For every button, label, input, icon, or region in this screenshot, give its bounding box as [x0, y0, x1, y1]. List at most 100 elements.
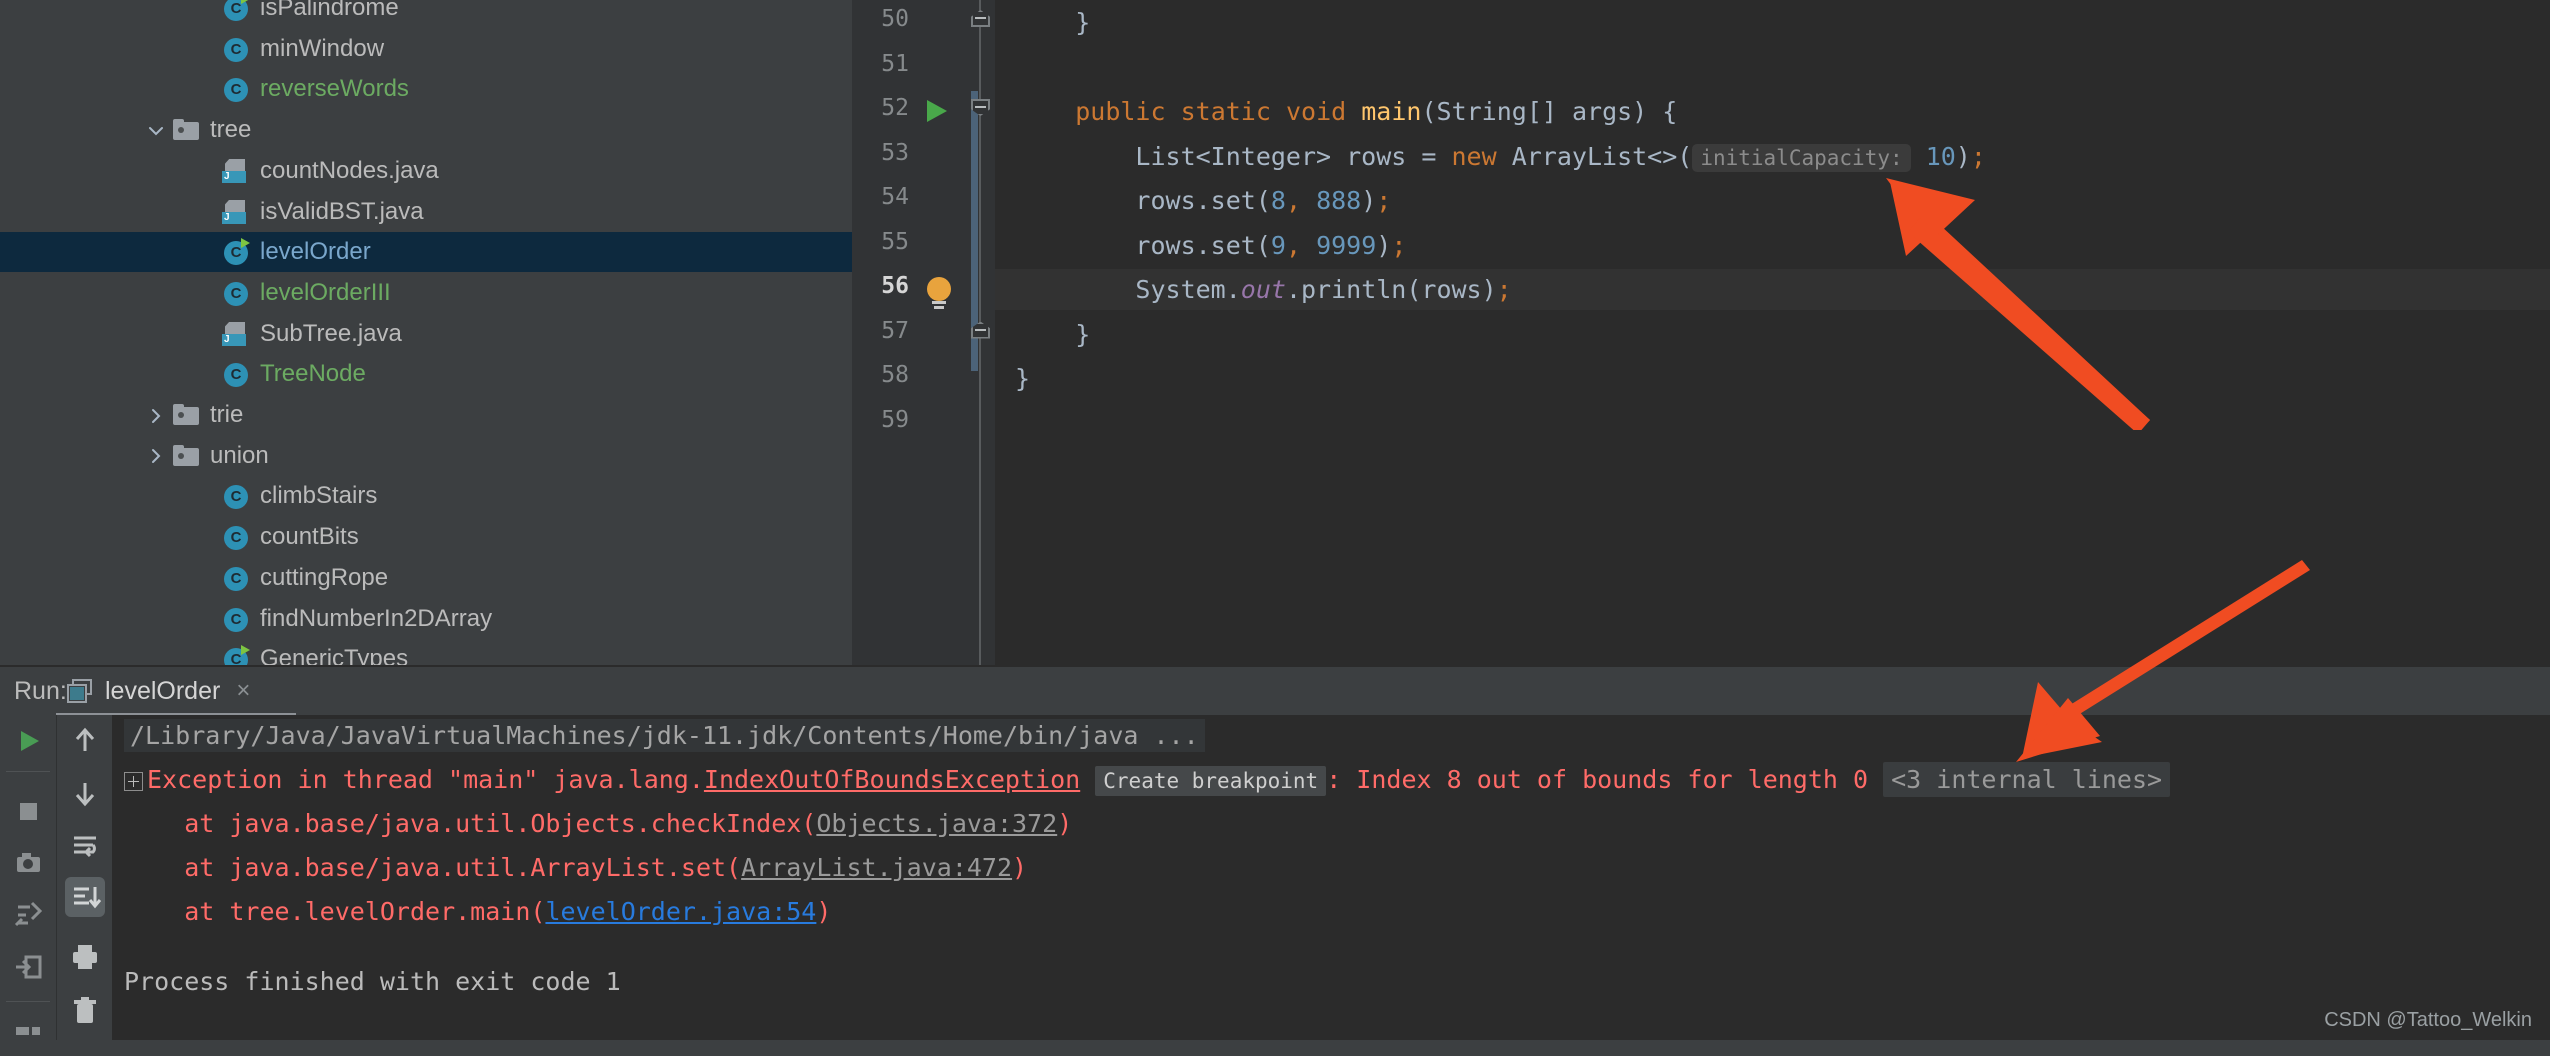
scroll-to-end-button[interactable]: [65, 877, 105, 917]
code-line-57[interactable]: }: [1015, 320, 1090, 349]
fold-toggle-icon[interactable]: [971, 10, 991, 30]
tree-item-label: levelOrder: [260, 238, 371, 266]
exit-code-text: Process finished with exit code 1: [124, 967, 621, 996]
run-actions-toolbar[interactable]: [0, 715, 56, 1040]
tree-item-label: trie: [210, 401, 244, 428]
tree-item-label: TreeNode: [260, 360, 366, 388]
code-line-50[interactable]: }: [1015, 8, 1090, 37]
parameter-hint: initialCapacity:: [1692, 143, 1911, 172]
class-icon: C: [220, 522, 254, 552]
line-number-58: 58: [881, 362, 909, 388]
tree-item-label: minWindow: [260, 34, 385, 62]
code-editor[interactable]: 50 51 52 53 54 55 56 57 58 59 } public static voi…: [852, 0, 2550, 665]
java-file-icon: J: [220, 197, 254, 227]
run-label: Run:: [14, 677, 67, 705]
clear-all-button[interactable]: [65, 991, 105, 1031]
tree-item-label: SubTree.java: [260, 319, 402, 347]
tree-item-union[interactable]: union: [0, 436, 852, 476]
run-configuration-icon: [67, 679, 93, 703]
console-output[interactable]: /Library/Java/JavaVirtualMachines/jdk-11…: [112, 715, 2550, 1040]
down-the-stack-trace-button[interactable]: [65, 773, 105, 813]
line-number-53: 53: [881, 139, 909, 166]
intention-bulb-icon[interactable]: [927, 277, 951, 309]
stack-frame-text: at java.base/java.util.Objects.checkInde…: [124, 809, 817, 838]
exception-type-link[interactable]: IndexOutOfBoundsException: [704, 765, 1080, 794]
close-icon[interactable]: ×: [236, 679, 250, 703]
line-number-52: 52: [881, 95, 909, 121]
class-icon: C: [220, 74, 254, 104]
command-line-text: /Library/Java/JavaVirtualMachines/jdk-11…: [124, 719, 1205, 752]
folder-icon: [170, 400, 204, 430]
console-stack-frame-1[interactable]: at java.base/java.util.Objects.checkInde…: [124, 809, 1072, 838]
console-exit-line[interactable]: Process finished with exit code 1: [124, 967, 621, 996]
stop-button[interactable]: [8, 791, 48, 831]
rerun-button[interactable]: [8, 721, 48, 761]
export-button[interactable]: [8, 947, 48, 987]
chevron-right-icon[interactable]: [142, 395, 170, 435]
print-button[interactable]: [65, 937, 105, 977]
soft-wrap-button[interactable]: [65, 825, 105, 865]
fold-toggle-icon[interactable]: [971, 99, 991, 119]
tree-item-minWindow[interactable]: CminWindow: [0, 29, 852, 69]
tree-item-countNodes-java[interactable]: JcountNodes.java: [0, 151, 852, 191]
editor-gutter[interactable]: 50 51 52 53 54 55 56 57 58 59: [852, 0, 995, 665]
layout-button[interactable]: [8, 1011, 48, 1051]
tree-item-isValidBST-java[interactable]: JisValidBST.java: [0, 192, 852, 232]
line-number-57: 57: [881, 317, 909, 344]
tree-item-cuttingRope[interactable]: CcuttingRope: [0, 558, 852, 598]
tree-item-label: GenericTypes: [260, 645, 409, 665]
stack-frame-link[interactable]: Objects.java:372: [816, 809, 1057, 838]
stack-frame-link[interactable]: ArrayList.java:472: [741, 853, 1012, 882]
tree-item-countBits[interactable]: CcountBits: [0, 517, 852, 557]
class-icon: C: [220, 481, 254, 511]
chevron-right-icon[interactable]: [142, 436, 170, 476]
up-the-stack-trace-button[interactable]: [65, 721, 105, 761]
code-text-area[interactable]: } public static void main(String[] args)…: [995, 0, 2550, 665]
console-stack-frame-3[interactable]: at tree.levelOrder.main(levelOrder.java:…: [124, 897, 831, 926]
line-number-54: 54: [881, 184, 909, 210]
code-line-58[interactable]: }: [1015, 364, 1030, 393]
code-line-56[interactable]: System.out.println(rows);: [1015, 275, 1511, 304]
tree-item-climbStairs[interactable]: CclimbStairs: [0, 476, 852, 516]
exception-prefix: Exception in thread "main" java.lang.: [147, 765, 704, 794]
code-line-53[interactable]: List<Integer> rows = new ArrayList<>(ini…: [1015, 142, 1986, 172]
tree-item-isPalindrome[interactable]: CisPalindrome: [0, 0, 852, 28]
expand-icon[interactable]: [124, 771, 143, 791]
tree-item-tree[interactable]: tree: [0, 110, 852, 150]
stack-frame-link[interactable]: levelOrder.java:54: [545, 897, 816, 926]
code-line-54[interactable]: rows.set(8, 888);: [1015, 186, 1391, 215]
tree-item-label: isValidBST.java: [260, 197, 424, 225]
tree-item-trie[interactable]: trie: [0, 395, 852, 435]
run-tab-levelOrder[interactable]: levelOrder ×: [67, 667, 250, 715]
console-stack-frame-2[interactable]: at java.base/java.util.ArrayList.set(Arr…: [124, 853, 1027, 882]
folder-icon: [170, 115, 204, 145]
console-actions-toolbar[interactable]: [57, 715, 112, 1040]
line-number-55: 55: [881, 228, 909, 255]
class-icon: C: [220, 34, 254, 64]
code-line-52[interactable]: public static void main(String[] args) {: [1015, 97, 1677, 126]
console-exception-line[interactable]: Exception in thread "main" java.lang.Ind…: [124, 762, 2171, 797]
project-tree-panel[interactable]: CisPalindrome CminWindow CreverseWords tree…: [0, 0, 852, 665]
tree-item-GenericTypes[interactable]: C GenericTypes: [0, 639, 852, 665]
tree-item-TreeNode[interactable]: C TreeNode: [0, 354, 852, 394]
create-breakpoint-label[interactable]: Create breakpoint: [1095, 766, 1327, 796]
tree-item-reverseWords[interactable]: CreverseWords: [0, 69, 852, 109]
run-gutter-icon[interactable]: [927, 100, 947, 122]
run-tool-window-body: /Library/Java/JavaVirtualMachines/jdk-11…: [0, 715, 2550, 1040]
chevron-down-icon[interactable]: [142, 110, 170, 150]
internal-lines-badge[interactable]: <3 internal lines>: [1883, 762, 2171, 797]
class-runnable-icon: C: [220, 237, 254, 267]
fold-toggle-icon[interactable]: [971, 321, 991, 342]
code-line-55[interactable]: rows.set(9, 9999);: [1015, 231, 1406, 260]
stack-frame-suffix: ): [1012, 853, 1028, 882]
tree-item-levelOrder[interactable]: ClevelOrder: [0, 232, 852, 273]
tree-item-levelOrderIII[interactable]: ClevelOrderIII: [0, 273, 852, 313]
console-command-line[interactable]: /Library/Java/JavaVirtualMachines/jdk-11…: [124, 719, 1205, 752]
watermark: CSDN @Tattoo_Welkin: [2324, 1009, 2532, 1031]
tree-item-SubTree-java[interactable]: J SubTree.java: [0, 314, 852, 354]
screenshot-button[interactable]: [8, 843, 48, 883]
toolbar-separator: [6, 771, 50, 772]
tree-item-label: countBits: [260, 523, 359, 551]
thread-dump-button[interactable]: [8, 895, 48, 935]
tree-item-findNumberIn2DArray[interactable]: CfindNumberIn2DArray: [0, 599, 852, 639]
